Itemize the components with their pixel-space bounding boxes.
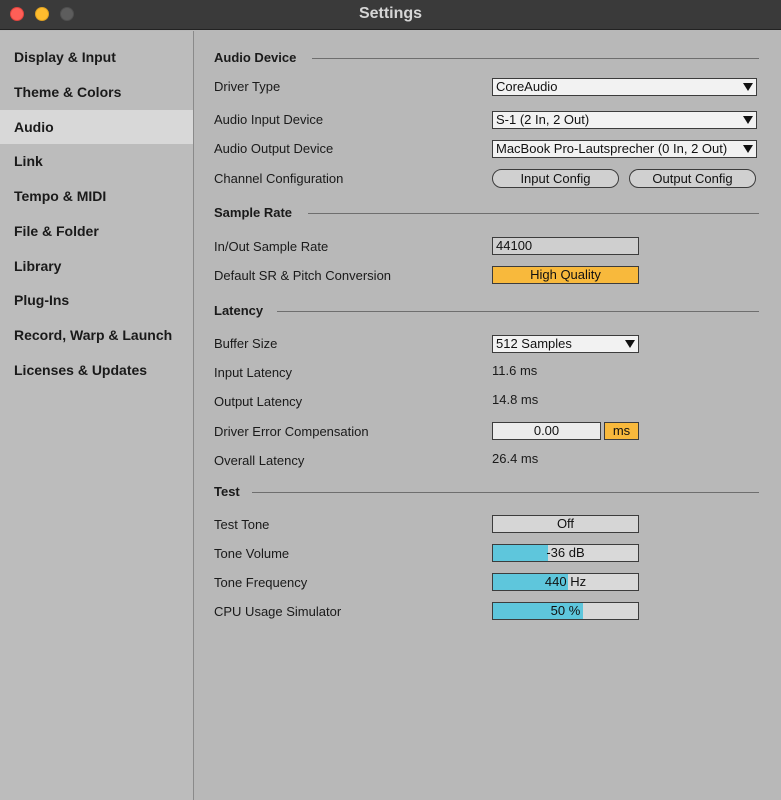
sidebar-item-file-folder[interactable]: File & Folder (0, 214, 193, 248)
tone-frequency-value: 440 Hz (544, 574, 587, 589)
cpu-usage-simulator-label: CPU Usage Simulator (214, 604, 342, 619)
section-header-test: Test (214, 484, 240, 499)
section-divider (252, 492, 759, 493)
overall-latency-label: Overall Latency (214, 453, 305, 468)
title-bar: Settings (0, 0, 781, 30)
in-out-sample-rate-field[interactable]: 44100 (492, 237, 639, 255)
output-config-button[interactable]: Output Config (629, 169, 756, 188)
tone-frequency-slider[interactable]: 440 Hz (492, 573, 639, 591)
driver-type-dropdown[interactable]: CoreAudio (492, 78, 757, 96)
dropdown-arrow-icon (743, 145, 753, 153)
driver-error-compensation-label: Driver Error Compensation (214, 424, 369, 439)
audio-output-device-label: Audio Output Device (214, 141, 334, 156)
section-divider (308, 213, 759, 214)
dropdown-arrow-icon (625, 340, 635, 348)
section-divider (312, 58, 759, 59)
test-tone-toggle[interactable]: Off (492, 515, 639, 533)
sidebar-item-library[interactable]: Library (0, 249, 193, 283)
tone-frequency-label: Tone Frequency (214, 575, 308, 590)
settings-sidebar: Display & Input Theme & Colors Audio Lin… (0, 31, 194, 800)
output-latency-label: Output Latency (214, 394, 303, 409)
cpu-usage-simulator-value: 50 % (550, 603, 581, 618)
tone-volume-label: Tone Volume (214, 546, 290, 561)
buffer-size-label: Buffer Size (214, 336, 278, 351)
settings-window: Settings Display & Input Theme & Colors … (0, 0, 781, 800)
channel-configuration-label: Channel Configuration (214, 171, 344, 186)
sidebar-item-link[interactable]: Link (0, 144, 193, 178)
input-latency-value: 11.6 ms (492, 363, 538, 378)
window-title: Settings (358, 5, 423, 22)
sidebar-item-licenses-updates[interactable]: Licenses & Updates (0, 353, 193, 387)
audio-output-device-value: MacBook Pro-Lautsprecher (0 In, 2 Out) (496, 141, 728, 156)
dropdown-arrow-icon (743, 116, 753, 124)
driver-error-unit-button[interactable]: ms (604, 422, 639, 440)
tone-volume-value: -36 dB (546, 545, 585, 560)
audio-input-device-label: Audio Input Device (214, 112, 324, 127)
audio-input-device-value: S-1 (2 In, 2 Out) (496, 112, 590, 127)
buffer-size-dropdown[interactable]: 512 Samples (492, 335, 639, 353)
audio-output-device-dropdown[interactable]: MacBook Pro-Lautsprecher (0 In, 2 Out) (492, 140, 757, 158)
sidebar-item-tempo-midi[interactable]: Tempo & MIDI (0, 179, 193, 213)
sidebar-item-audio[interactable]: Audio (0, 110, 193, 144)
section-header-sample-rate: Sample Rate (214, 205, 293, 220)
sidebar-item-record-warp-launch[interactable]: Record, Warp & Launch (0, 318, 193, 352)
output-latency-value: 14.8 ms (492, 392, 539, 407)
section-divider (277, 311, 759, 312)
tone-volume-slider[interactable]: -36 dB (492, 544, 639, 562)
sidebar-item-plug-ins[interactable]: Plug-Ins (0, 283, 193, 317)
audio-input-device-dropdown[interactable]: S-1 (2 In, 2 Out) (492, 111, 757, 129)
input-config-button[interactable]: Input Config (492, 169, 619, 188)
test-tone-label: Test Tone (214, 517, 270, 532)
section-header-latency: Latency (214, 303, 264, 318)
sidebar-item-theme-colors[interactable]: Theme & Colors (0, 75, 193, 109)
section-header-audio-device: Audio Device (214, 50, 297, 65)
driver-error-compensation-field[interactable]: 0.00 (492, 422, 601, 440)
buffer-size-value: 512 Samples (496, 336, 572, 351)
default-sr-pitch-label: Default SR & Pitch Conversion (214, 268, 392, 283)
driver-type-label: Driver Type (214, 79, 281, 94)
sidebar-item-display-input[interactable]: Display & Input (0, 40, 193, 74)
cpu-usage-simulator-slider[interactable]: 50 % (492, 602, 639, 620)
audio-settings-panel: Audio Device Driver Type CoreAudio Audio… (195, 31, 781, 800)
dropdown-arrow-icon (743, 83, 753, 91)
driver-type-value: CoreAudio (496, 79, 558, 94)
in-out-sample-rate-label: In/Out Sample Rate (214, 239, 329, 254)
input-latency-label: Input Latency (214, 365, 293, 380)
default-sr-pitch-button[interactable]: High Quality (492, 266, 639, 284)
overall-latency-value: 26.4 ms (492, 451, 539, 466)
